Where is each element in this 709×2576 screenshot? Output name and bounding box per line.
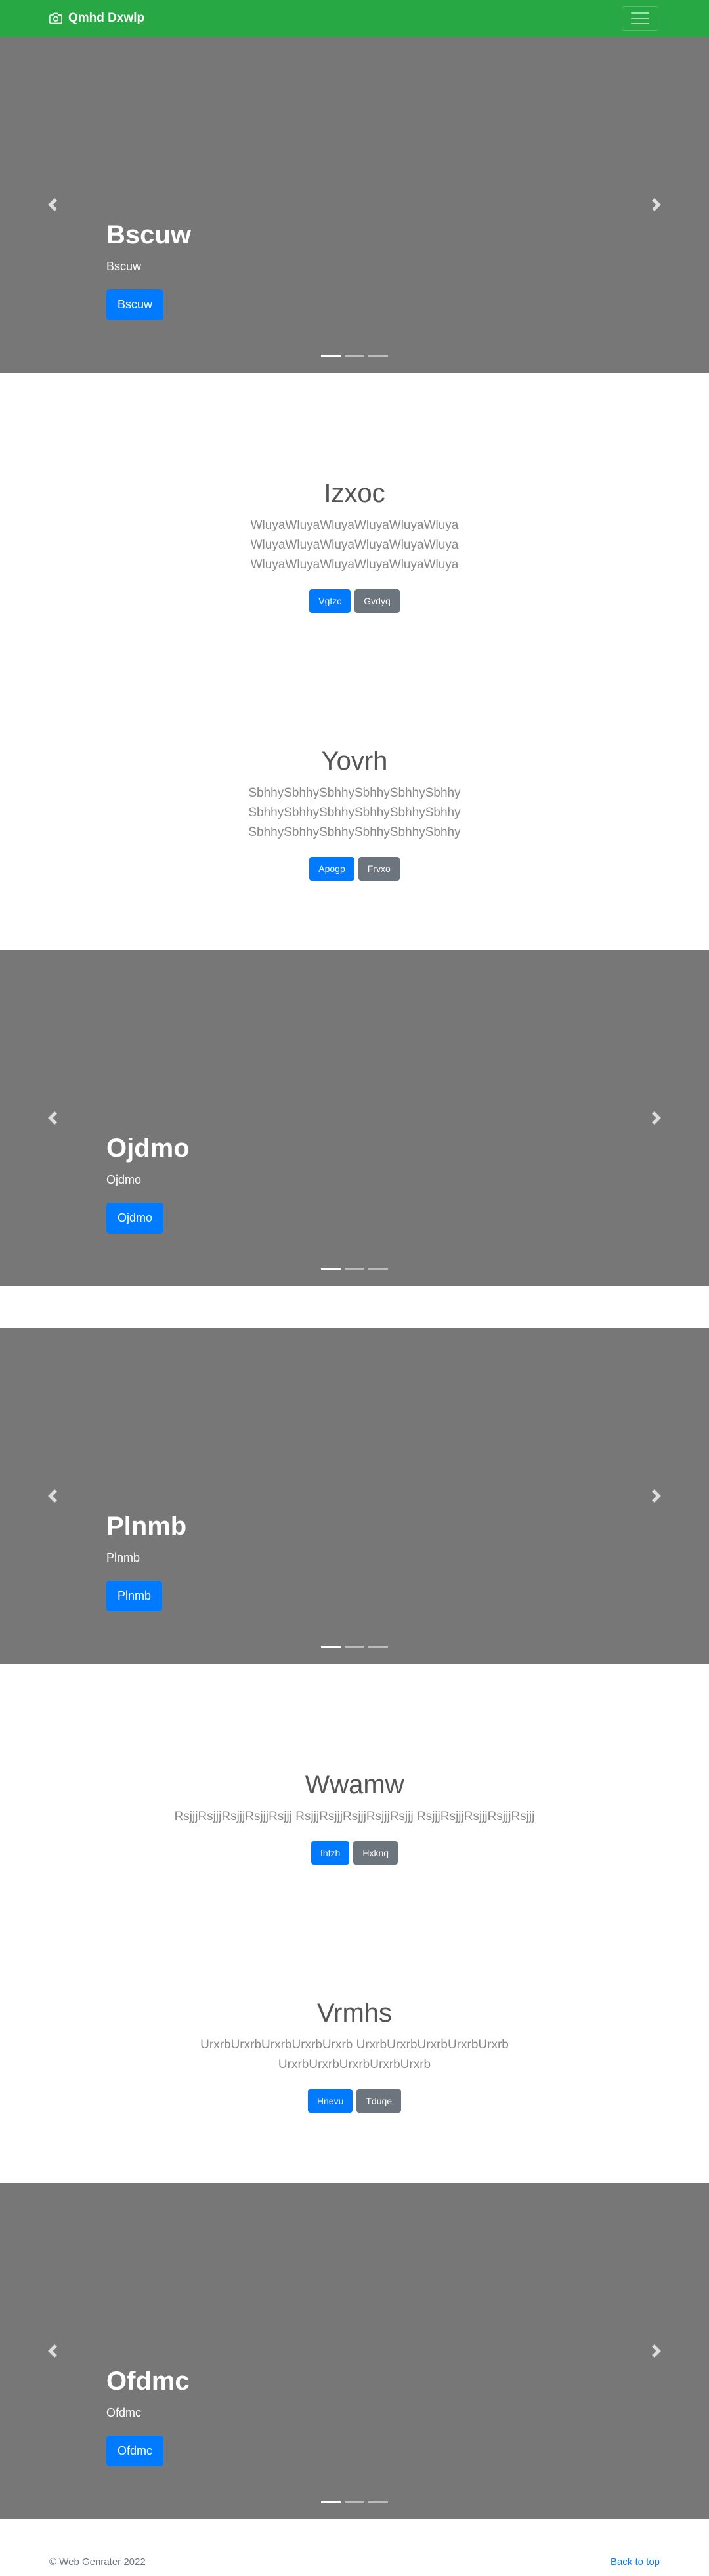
carousel-next-button[interactable]	[624, 2183, 689, 2519]
carousel-cta-button[interactable]: Bscuw	[106, 289, 164, 320]
section-title: Wwamw	[305, 1770, 404, 1799]
section-title: Izxoc	[324, 479, 385, 508]
back-to-top-link[interactable]: Back to top	[611, 2556, 660, 2567]
section-buttons: Apogp Frvxo	[0, 857, 709, 881]
carousel-title: Ojdmo	[106, 1134, 190, 1163]
carousel-indicator[interactable]	[368, 2501, 388, 2503]
hamburger-icon-line	[631, 12, 649, 14]
chevron-right-icon	[652, 1111, 661, 1125]
carousel-cta-button[interactable]: Ojdmo	[106, 1203, 164, 1234]
carousel-indicator[interactable]	[345, 1646, 364, 1648]
section-title: Yovrh	[321, 747, 388, 776]
carousel-subtitle: Ojdmo	[106, 1173, 142, 1186]
carousel-caption: Ojdmo Ojdmo Ojdmo	[106, 1132, 190, 1234]
section-primary-button[interactable]: Vgtzc	[309, 589, 351, 613]
section-primary-button[interactable]: Ihfzh	[311, 1841, 350, 1865]
carousel-indicator[interactable]	[345, 1268, 364, 1270]
content-section-1: Izxoc WluyaWluyaWluyaWluyaWluyaWluyaWluy…	[0, 478, 709, 613]
carousel-title: Plnmb	[106, 1512, 187, 1541]
carousel-4: Ofdmc Ofdmc Ofdmc	[0, 2183, 709, 2519]
section-buttons: Ihfzh Hxknq	[0, 1841, 709, 1865]
section-secondary-button[interactable]: Gvdyq	[354, 589, 400, 613]
carousel-prev-button[interactable]	[20, 1328, 85, 1664]
camera-icon	[49, 12, 62, 24]
carousel-1: Bscuw Bscuw Bscuw	[0, 37, 709, 373]
chevron-left-icon	[48, 1489, 57, 1503]
content-section-2: Yovrh SbhhySbhhySbhhySbhhySbhhySbhhySbhh…	[0, 745, 709, 881]
carousel-indicator[interactable]	[368, 1646, 388, 1648]
content-section-4: Vrmhs UrxrbUrxrbUrxrbUrxrbUrxrb UrxrbUrx…	[0, 1997, 709, 2113]
carousel-subtitle: Plnmb	[106, 1551, 140, 1564]
carousel-prev-button[interactable]	[20, 950, 85, 1286]
section-primary-button[interactable]: Apogp	[309, 857, 354, 881]
carousel-indicator[interactable]	[345, 355, 364, 357]
carousel-title: Ofdmc	[106, 2367, 190, 2396]
chevron-right-icon	[652, 198, 661, 211]
navbar-toggler-button[interactable]	[622, 6, 658, 31]
carousel-cta-button[interactable]: Ofdmc	[106, 2436, 164, 2466]
carousel-indicators	[0, 2501, 709, 2503]
section-secondary-button[interactable]: Frvxo	[358, 857, 400, 881]
chevron-left-icon	[48, 2344, 57, 2358]
carousel-indicator[interactable]	[321, 2501, 341, 2503]
hamburger-icon-line	[631, 23, 649, 24]
carousel-title: Bscuw	[106, 220, 191, 249]
brand-label: Qmhd Dxwlp	[68, 11, 145, 25]
section-primary-button[interactable]: Hnevu	[307, 2089, 353, 2113]
carousel-indicators	[0, 1646, 709, 1648]
carousel-2: Ojdmo Ojdmo Ojdmo	[0, 950, 709, 1286]
content-section-3: Wwamw RsjjjRsjjjRsjjjRsjjjRsjjj RsjjjRsj…	[0, 1769, 709, 1865]
carousel-3: Plnmb Plnmb Plnmb	[0, 1328, 709, 1664]
carousel-indicators	[0, 1268, 709, 1270]
carousel-indicator[interactable]	[321, 1646, 341, 1648]
carousel-indicator[interactable]	[368, 355, 388, 357]
footer-copyright: © Web Genrater 2022	[49, 2556, 146, 2567]
carousel-subtitle: Bscuw	[106, 260, 142, 273]
carousel-next-button[interactable]	[624, 1328, 689, 1664]
section-body: UrxrbUrxrbUrxrbUrxrbUrxrb UrxrbUrxrbUrxr…	[200, 2038, 509, 2071]
carousel-cta-button[interactable]: Plnmb	[106, 1581, 163, 1611]
carousel-next-button[interactable]	[624, 37, 689, 373]
section-body: RsjjjRsjjjRsjjjRsjjjRsjjj RsjjjRsjjjRsjj…	[174, 1810, 535, 1823]
chevron-right-icon	[652, 1489, 661, 1503]
carousel-prev-button[interactable]	[20, 2183, 85, 2519]
carousel-indicator[interactable]	[321, 355, 341, 357]
chevron-left-icon	[48, 198, 57, 211]
chevron-right-icon	[652, 2344, 661, 2358]
hamburger-icon-line	[631, 18, 649, 19]
carousel-indicator[interactable]	[368, 1268, 388, 1270]
section-title: Vrmhs	[316, 1999, 393, 2027]
navbar: Qmhd Dxwlp	[0, 0, 709, 37]
navbar-brand[interactable]: Qmhd Dxwlp	[49, 0, 144, 37]
footer: © Web Genrater 2022 Back to top	[0, 2550, 709, 2576]
carousel-next-button[interactable]	[624, 950, 689, 1286]
carousel-indicator[interactable]	[345, 2501, 364, 2503]
section-secondary-button[interactable]: Tduqe	[356, 2089, 402, 2113]
carousel-indicators	[0, 355, 709, 357]
chevron-left-icon	[48, 1111, 57, 1125]
carousel-caption: Plnmb Plnmb Plnmb	[106, 1510, 186, 1611]
carousel-caption: Ofdmc Ofdmc Ofdmc	[106, 2365, 190, 2466]
section-secondary-button[interactable]: Hxknq	[353, 1841, 398, 1865]
carousel-indicator[interactable]	[321, 1268, 341, 1270]
section-body: SbhhySbhhySbhhySbhhySbhhySbhhySbhhySbhhy…	[248, 786, 461, 839]
section-body: WluyaWluyaWluyaWluyaWluyaWluyaWluyaWluya…	[250, 518, 459, 571]
carousel-prev-button[interactable]	[20, 37, 85, 373]
carousel-caption: Bscuw Bscuw Bscuw	[106, 219, 191, 320]
section-buttons: Vgtzc Gvdyq	[0, 589, 709, 613]
section-buttons: Hnevu Tduqe	[0, 2089, 709, 2113]
carousel-subtitle: Ofdmc	[106, 2406, 142, 2419]
